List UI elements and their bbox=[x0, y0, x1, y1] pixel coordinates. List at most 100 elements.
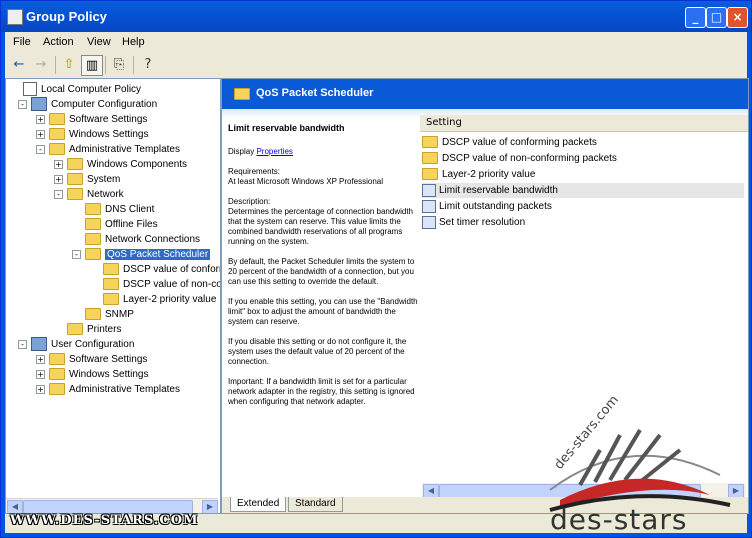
scroll-left-arrow-icon[interactable]: ◀ bbox=[7, 500, 23, 513]
folder-icon bbox=[422, 168, 438, 181]
tree-node[interactable]: Offline Files bbox=[85, 217, 158, 232]
watermark-logo-text: des-stars bbox=[550, 503, 688, 536]
tree-node[interactable]: DSCP value of conform bbox=[103, 262, 221, 277]
setting-icon bbox=[422, 183, 436, 197]
tree-expander-icon[interactable]: - bbox=[18, 340, 27, 349]
tree-node[interactable]: DSCP value of non-con bbox=[103, 277, 220, 292]
tree-node[interactable]: Software Settings bbox=[49, 112, 147, 127]
tree-expander-icon[interactable]: - bbox=[18, 100, 27, 109]
tree-node[interactable]: Windows Settings bbox=[49, 127, 148, 142]
list-item-label: Limit outstanding packets bbox=[439, 201, 552, 212]
export-list-icon[interactable]: ⎘ bbox=[109, 55, 129, 74]
menu-view[interactable]: View bbox=[87, 36, 111, 48]
tree-node[interactable]: Network bbox=[67, 187, 124, 202]
scroll-right-arrow-icon[interactable]: ▶ bbox=[202, 500, 218, 513]
folder-icon bbox=[67, 188, 83, 201]
disable-text: If you disable this setting or do not co… bbox=[228, 337, 407, 366]
menu-action[interactable]: Action bbox=[43, 36, 74, 48]
menu-file[interactable]: File bbox=[13, 36, 31, 48]
folder-icon bbox=[49, 383, 65, 396]
tree-expander-icon[interactable]: - bbox=[36, 145, 45, 154]
tree-expander-icon[interactable]: + bbox=[36, 115, 45, 124]
tree-node-label: Printers bbox=[87, 324, 122, 335]
title-bar[interactable]: Group Policy _ □ × bbox=[1, 1, 751, 32]
menu-help[interactable]: Help bbox=[122, 36, 145, 48]
folder-icon bbox=[67, 323, 83, 336]
tree-expander-icon[interactable]: + bbox=[54, 160, 63, 169]
show-hide-tree-icon[interactable]: ▥ bbox=[81, 55, 103, 76]
folder-icon bbox=[85, 203, 101, 216]
list-item-label: Set timer resolution bbox=[439, 217, 526, 228]
column-header-setting[interactable]: Setting bbox=[420, 115, 748, 132]
tree-node[interactable]: Windows Settings bbox=[49, 367, 148, 382]
tree-node[interactable]: Administrative Templates bbox=[49, 142, 180, 157]
tree-scroll-thumb[interactable] bbox=[23, 500, 193, 513]
tree-node-label: QoS Packet Scheduler bbox=[105, 249, 211, 260]
tree-node[interactable]: System bbox=[67, 172, 120, 187]
display-label: Display bbox=[228, 147, 255, 156]
toolbar-separator bbox=[105, 56, 106, 74]
requirements-text: Requirements: At least Microsoft Windows… bbox=[228, 167, 384, 186]
help-icon[interactable]: ? bbox=[138, 55, 158, 74]
tree-node-label: SNMP bbox=[105, 309, 134, 320]
list-item[interactable]: DSCP value of conforming packets bbox=[422, 135, 744, 150]
list-item[interactable]: Limit reservable bandwidth bbox=[422, 183, 744, 198]
tree-expander-icon[interactable]: + bbox=[36, 355, 45, 364]
list-item[interactable]: DSCP value of non-conforming packets bbox=[422, 151, 744, 166]
folder-icon bbox=[422, 136, 438, 149]
list-item-label: Layer-2 priority value bbox=[442, 169, 536, 180]
tree-node[interactable]: Computer Configuration bbox=[31, 97, 157, 112]
watermark-url: WWW.DES-STARS.COM bbox=[10, 513, 199, 528]
folder-icon bbox=[103, 293, 119, 306]
folder-icon bbox=[49, 113, 65, 126]
important-text: Important: If a bandwidth limit is set f… bbox=[228, 377, 415, 406]
tree-node[interactable]: Local Computer Policy bbox=[23, 82, 141, 97]
tree-node[interactable]: Printers bbox=[67, 322, 121, 337]
forward-arrow-icon[interactable]: → bbox=[31, 55, 51, 74]
tree-node[interactable]: QoS Packet Scheduler bbox=[85, 247, 211, 262]
tree-node-label: Network bbox=[87, 189, 124, 200]
list-item-label: DSCP value of non-conforming packets bbox=[442, 153, 617, 164]
tree-node-label: DNS Client bbox=[105, 204, 155, 215]
folder-icon bbox=[67, 158, 83, 171]
tree-expander-icon[interactable]: - bbox=[72, 250, 81, 259]
toolbar-separator bbox=[133, 56, 134, 74]
tree-node[interactable]: SNMP bbox=[85, 307, 134, 322]
list-item[interactable]: Set timer resolution bbox=[422, 215, 744, 230]
tree-expander-icon[interactable]: + bbox=[36, 370, 45, 379]
folder-icon bbox=[67, 173, 83, 186]
list-item[interactable]: Layer-2 priority value bbox=[422, 167, 744, 182]
tree-node[interactable]: User Configuration bbox=[31, 337, 134, 352]
folder-icon bbox=[422, 152, 438, 165]
minimize-button[interactable]: _ bbox=[685, 7, 706, 28]
tree-node[interactable]: Network Connections bbox=[85, 232, 200, 247]
close-button[interactable]: × bbox=[727, 7, 748, 28]
tree-node-label: Administrative Templates bbox=[69, 144, 180, 155]
back-arrow-icon[interactable]: ← bbox=[9, 55, 29, 74]
tab-standard[interactable]: Standard bbox=[288, 497, 343, 512]
toolbar-separator bbox=[55, 56, 56, 74]
tree-node[interactable]: Administrative Templates bbox=[49, 382, 180, 397]
menu-bar: File Action View Help bbox=[5, 32, 747, 52]
tree-expander-icon[interactable]: + bbox=[36, 385, 45, 394]
up-folder-icon[interactable]: ⇧ bbox=[59, 55, 79, 74]
tree-expander-icon[interactable]: + bbox=[54, 175, 63, 184]
tab-extended[interactable]: Extended bbox=[230, 497, 287, 512]
tree-horizontal-scrollbar[interactable]: ◀ ▶ bbox=[6, 498, 218, 513]
list-item[interactable]: Limit outstanding packets bbox=[422, 199, 744, 214]
folder-icon bbox=[85, 308, 101, 321]
properties-link[interactable]: Properties bbox=[256, 147, 292, 156]
maximize-button[interactable]: □ bbox=[706, 7, 727, 28]
tree-expander-icon[interactable]: - bbox=[54, 190, 63, 199]
folder-icon bbox=[85, 218, 101, 231]
scroll-left-arrow-icon[interactable]: ◀ bbox=[423, 484, 439, 498]
tree-node[interactable]: DNS Client bbox=[85, 202, 154, 217]
tree-expander-icon[interactable]: + bbox=[36, 130, 45, 139]
tree-node[interactable]: Software Settings bbox=[49, 352, 147, 367]
tree-node-label: Windows Components bbox=[87, 159, 188, 170]
tree-node[interactable]: Layer-2 priority value bbox=[103, 292, 216, 307]
setting-icon bbox=[422, 199, 436, 213]
folder-icon bbox=[49, 368, 65, 381]
tree-node-label: DSCP value of conform bbox=[123, 264, 221, 275]
tree-node[interactable]: Windows Components bbox=[67, 157, 187, 172]
